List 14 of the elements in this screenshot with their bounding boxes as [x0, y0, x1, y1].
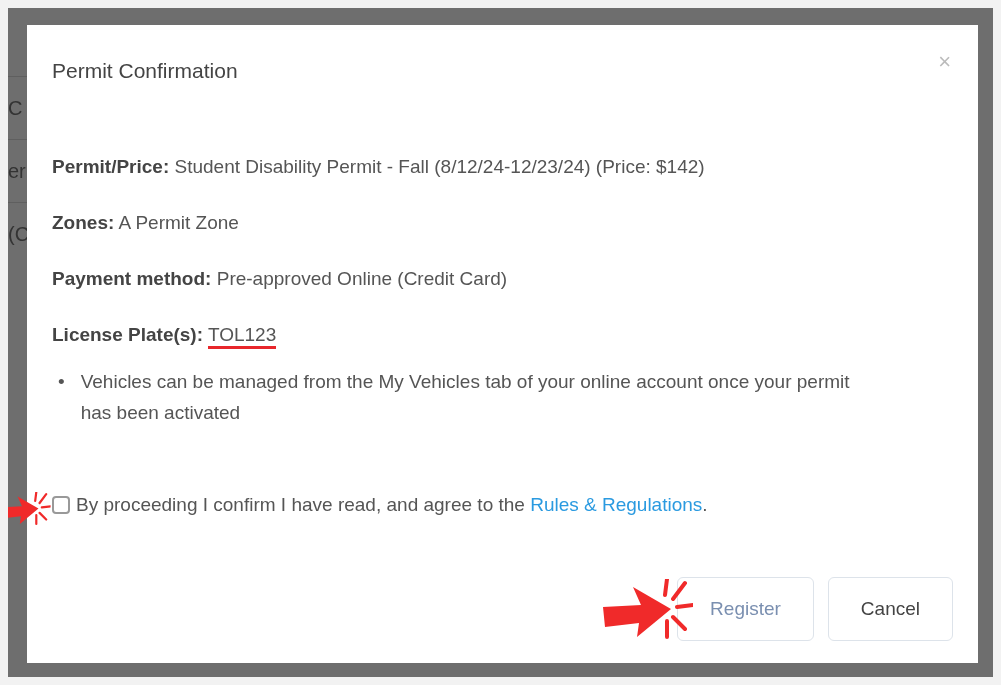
- note-text: Vehicles can be managed from the My Vehicles tab of your online account once your permit has been activated: [80, 370, 851, 425]
- agree-checkbox[interactable]: [52, 496, 70, 514]
- dialog-title: Permit Confirmation: [52, 59, 238, 83]
- agreement-text: By proceeding I confirm I have read, and agree to the Rules & Regulations.: [76, 494, 708, 516]
- detail-line: License Plate(s): TOL123: [52, 321, 953, 348]
- detail-line: Permit/Price: Student Disability Permit - Fall (8/12/24-12/23/24) (Price: $142): [52, 155, 706, 179]
- background-text: er: [8, 159, 26, 183]
- rules-link[interactable]: Rules & Regulations: [530, 494, 703, 515]
- detail-line: Zones: A Permit Zone: [52, 211, 240, 235]
- background-text: C: [8, 96, 23, 120]
- cancel-button[interactable]: Cancel: [827, 577, 953, 641]
- bullet: •: [58, 370, 65, 394]
- close-button[interactable]: ×: [936, 49, 953, 75]
- detail-line: Payment method: Pre-approved Online (Credit Card): [52, 267, 509, 291]
